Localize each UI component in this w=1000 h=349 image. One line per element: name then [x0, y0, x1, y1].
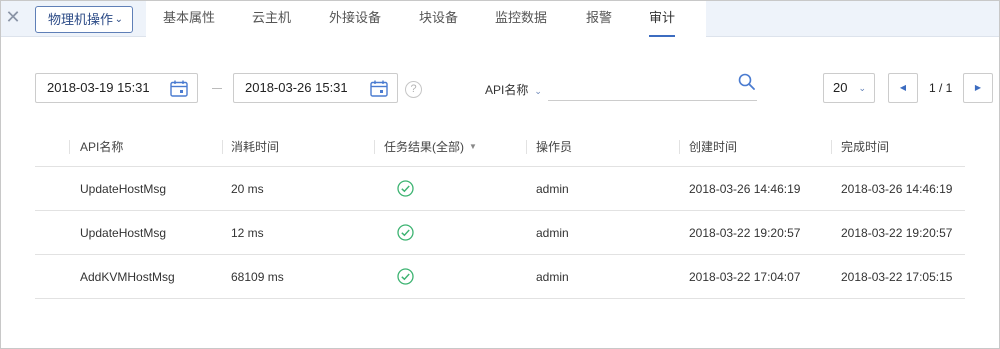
operator-cell: admin — [536, 269, 569, 284]
check-circle-icon — [397, 268, 414, 285]
column-header-duration[interactable]: 消耗时间 — [231, 127, 279, 166]
column-divider — [222, 140, 223, 154]
duration-cell: 68109 ms — [231, 269, 284, 284]
tab-basic-properties[interactable]: 基本属性 — [163, 1, 215, 37]
next-page-button[interactable]: ▶ — [963, 73, 993, 103]
search-field-label: API名称 — [485, 83, 529, 97]
finished-time-cell: 2018-03-22 17:05:15 — [841, 269, 953, 284]
page-size-value: 20 — [833, 80, 848, 95]
host-actions-label: 物理机操作 — [48, 12, 114, 27]
api-name-cell: UpdateHostMsg — [80, 181, 167, 196]
operator-cell: admin — [536, 181, 569, 196]
check-circle-icon — [397, 180, 414, 197]
tab-external-devices[interactable]: 外接设备 — [329, 1, 381, 37]
chevron-down-icon: ⌄ — [534, 86, 542, 96]
column-header-api-name[interactable]: API名称 — [80, 127, 123, 166]
calendar-icon[interactable] — [370, 80, 388, 97]
tab-monitoring[interactable]: 监控数据 — [495, 1, 547, 37]
prev-page-button[interactable]: ◀ — [888, 73, 918, 103]
column-divider — [69, 140, 70, 154]
start-date-field[interactable]: 2018-03-19 15:31 — [35, 73, 198, 103]
result-cell — [397, 167, 414, 210]
duration-cell: 20 ms — [231, 181, 264, 196]
created-time-cell: 2018-03-26 14:46:19 — [689, 181, 801, 196]
result-cell — [397, 255, 414, 298]
duration-cell: 12 ms — [231, 225, 264, 240]
page-size-select[interactable]: 20 ⌄ — [823, 73, 875, 103]
column-header-operator[interactable]: 操作员 — [536, 127, 572, 166]
created-time-cell: 2018-03-22 19:20:57 — [689, 225, 801, 240]
end-date-field[interactable]: 2018-03-26 15:31 — [233, 73, 398, 103]
host-actions-button[interactable]: 物理机操作 ⌄ — [35, 6, 133, 33]
tab-block-devices[interactable]: 块设备 — [419, 1, 458, 37]
tab-bar: 基本属性 云主机 外接设备 块设备 监控数据 报警 审计 — [146, 1, 706, 37]
table-row[interactable]: AddKVMHostMsg 68109 ms admin 2018-03-22 … — [35, 255, 965, 299]
result-filter-label: 任务结果(全部) — [384, 140, 464, 154]
column-header-result-filter[interactable]: 任务结果(全部) ▼ — [384, 127, 477, 166]
page-indicator: 1 / 1 — [929, 81, 953, 95]
search-field-selector[interactable]: API名称 ⌄ — [485, 81, 542, 98]
audit-table: API名称 消耗时间 任务结果(全部) ▼ 操作员 创建时间 完成时间 Updat… — [35, 127, 965, 299]
column-header-finished[interactable]: 完成时间 — [841, 127, 889, 166]
check-circle-icon — [397, 224, 414, 241]
top-bar: ✕ 物理机操作 ⌄ 基本属性 云主机 外接设备 块设备 监控数据 报警 审计 — [1, 1, 999, 37]
table-row[interactable]: UpdateHostMsg 20 ms admin 2018-03-26 14:… — [35, 167, 965, 211]
column-divider — [679, 140, 680, 154]
api-name-cell: AddKVMHostMsg — [80, 269, 175, 284]
column-header-created[interactable]: 创建时间 — [689, 127, 737, 166]
chevron-down-icon: ⌄ — [114, 14, 123, 25]
start-date-value: 2018-03-19 15:31 — [47, 80, 150, 95]
operator-cell: admin — [536, 225, 569, 240]
created-time-cell: 2018-03-22 17:04:07 — [689, 269, 801, 284]
tab-audit[interactable]: 审计 — [649, 1, 676, 37]
finished-time-cell: 2018-03-22 19:20:57 — [841, 225, 953, 240]
column-divider — [374, 140, 375, 154]
finished-time-cell: 2018-03-26 14:46:19 — [841, 181, 953, 196]
caret-down-icon: ▼ — [469, 142, 477, 151]
column-divider — [831, 140, 832, 154]
calendar-icon[interactable] — [170, 80, 188, 97]
search-input[interactable] — [548, 100, 757, 101]
api-name-cell: UpdateHostMsg — [80, 225, 167, 240]
tab-alarms[interactable]: 报警 — [586, 1, 612, 37]
tab-vm-instances[interactable]: 云主机 — [252, 1, 291, 37]
result-cell — [397, 211, 414, 254]
chevron-down-icon: ⌄ — [858, 83, 866, 93]
table-header-row: API名称 消耗时间 任务结果(全部) ▼ 操作员 创建时间 完成时间 — [35, 127, 965, 167]
close-icon[interactable]: ✕ — [5, 8, 21, 26]
help-icon[interactable]: ? — [405, 81, 422, 98]
search-icon[interactable] — [738, 73, 755, 90]
end-date-value: 2018-03-26 15:31 — [245, 80, 348, 95]
date-range-separator — [212, 88, 222, 89]
audit-panel: ✕ 物理机操作 ⌄ 基本属性 云主机 外接设备 块设备 监控数据 报警 审计 2… — [0, 0, 1000, 349]
table-row[interactable]: UpdateHostMsg 12 ms admin 2018-03-22 19:… — [35, 211, 965, 255]
column-divider — [526, 140, 527, 154]
